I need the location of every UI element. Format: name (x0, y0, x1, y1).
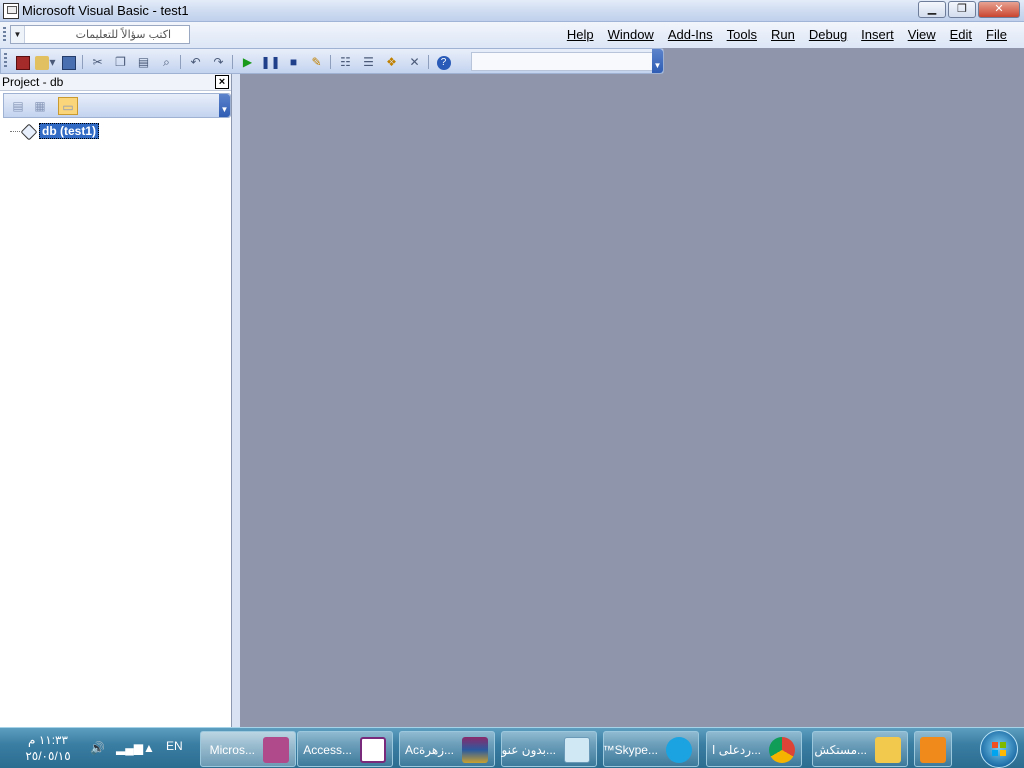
toggle-folders-icon[interactable]: ▭ (58, 97, 78, 115)
view-code-icon[interactable]: ▤ (8, 97, 28, 115)
window-title: Microsoft Visual Basic - test1 (22, 3, 189, 18)
menu-insert[interactable]: Insert (854, 27, 901, 42)
media-player-icon (920, 737, 946, 763)
taskbar-button-skype[interactable]: ...Skype™ (603, 731, 699, 767)
cut-icon[interactable]: ✂ (86, 52, 109, 72)
close-button[interactable]: ✕ (978, 1, 1020, 18)
taskbar-button-vba[interactable]: ...Micros (200, 731, 296, 767)
clock-time: ١١:٣٣ م (28, 733, 68, 747)
taskbar-button-access[interactable]: ...Access (297, 731, 393, 767)
project-explorer-header: Project - db × (0, 74, 231, 91)
undo-icon[interactable]: ↶ (184, 52, 207, 72)
project-toolbar-chevron-icon[interactable]: ▼ (219, 94, 230, 117)
menu-file[interactable]: File (979, 27, 1014, 42)
restore-button[interactable]: ❐ (948, 1, 976, 18)
toolbar-location-field (471, 52, 653, 71)
winrar-icon (462, 737, 488, 763)
menu-add-ins[interactable]: Add-Ins (661, 27, 720, 42)
menu-edit[interactable]: Edit (943, 27, 979, 42)
language-indicator[interactable]: EN (166, 739, 183, 753)
break-icon[interactable]: ❚❚ (259, 52, 282, 72)
project-explorer-pane: Project - db × ▤ ▦ ▭ ▼ db (test1) (0, 74, 232, 727)
menu-help[interactable]: Help (560, 27, 601, 42)
vba-project-icon (22, 124, 36, 138)
explorer-folder-icon (875, 737, 901, 763)
chevron-down-icon[interactable]: ▼ (11, 26, 25, 43)
menu-run[interactable]: Run (764, 27, 802, 42)
tree-connector (10, 130, 20, 132)
insert-userform-icon[interactable]: ▾ (34, 52, 57, 72)
project-explorer-toolbar: ▤ ▦ ▭ ▼ (3, 93, 231, 118)
menu-view[interactable]: View (901, 27, 943, 42)
toolbar-options-chevron-icon[interactable]: ▼ (652, 49, 663, 73)
project-close-button[interactable]: × (215, 75, 229, 89)
menu-debug[interactable]: Debug (802, 27, 854, 42)
standard-toolbar: ▾ ✂ ❐ ▤ ⌕ ↶ ↷ ▶ ❚❚ ■ ✎ ☷ ☰ ❖ ✕ ? ▼ (0, 48, 664, 74)
taskbar-button-winrar[interactable]: ...زهرةAc (399, 731, 495, 767)
tree-node-label[interactable]: db (test1) (39, 123, 99, 139)
object-browser-icon[interactable]: ❖ (380, 52, 403, 72)
paste-icon[interactable]: ▤ (132, 52, 155, 72)
view-object-icon[interactable]: ▦ (30, 97, 50, 115)
toolbox-icon[interactable]: ✕ (403, 52, 426, 72)
access-key-icon (263, 737, 289, 763)
start-button[interactable] (980, 730, 1018, 768)
relationships-icon (360, 737, 386, 763)
menu-bar: اكتب سؤالاً للتعليمات ▼ Help Window Add-… (0, 22, 1024, 48)
ask-question-placeholder: اكتب سؤالاً للتعليمات (75, 29, 171, 41)
redo-icon[interactable]: ↷ (207, 52, 230, 72)
menu-tools[interactable]: Tools (720, 27, 764, 42)
design-mode-icon[interactable]: ✎ (305, 52, 328, 72)
tree-node-db[interactable]: db (test1) (10, 123, 99, 139)
menubar-grip[interactable] (3, 27, 6, 43)
taskbar-button-media-player[interactable] (914, 731, 952, 767)
show-hidden-icons-icon[interactable]: ▲ (143, 741, 155, 755)
network-signal-icon[interactable]: ▂▄▆ (116, 741, 143, 755)
toolbar-grip[interactable] (4, 53, 7, 69)
chrome-icon (769, 737, 795, 763)
project-explorer-icon[interactable]: ☷ (334, 52, 357, 72)
volume-icon[interactable]: 🔊 (90, 741, 105, 755)
ask-question-box[interactable]: اكتب سؤالاً للتعليمات ▼ (10, 25, 190, 44)
tray-clock[interactable]: ١١:٣٣ م ٢٥/٠٥/١٥ (18, 732, 78, 764)
minimize-button[interactable]: ▁ (918, 1, 946, 18)
menu-items: Help Window Add-Ins Tools Run Debug Inse… (560, 27, 1014, 42)
window-controls: ▁ ❐ ✕ (918, 1, 1020, 18)
help-icon[interactable]: ? (432, 52, 455, 72)
clock-date: ٢٥/٠٥/١٥ (25, 749, 71, 763)
mdi-workspace (240, 74, 1024, 727)
find-icon[interactable]: ⌕ (155, 52, 178, 72)
taskbar-button-explorer[interactable]: ...مستكش (812, 731, 908, 767)
reset-icon[interactable]: ■ (282, 52, 305, 72)
skype-icon (666, 737, 692, 763)
run-icon[interactable]: ▶ (236, 52, 259, 72)
notepad-icon (564, 737, 590, 763)
view-access-icon[interactable] (11, 52, 34, 72)
taskbar: ١١:٣٣ م ٢٥/٠٥/١٥ 🔊 ▂▄▆ ▲ EN ...Micros ..… (0, 727, 1024, 768)
taskbar-button-chrome[interactable]: ...ردعلى ا (706, 731, 802, 767)
properties-window-icon[interactable]: ☰ (357, 52, 380, 72)
project-explorer-title: Project - db (2, 75, 64, 89)
menu-window[interactable]: Window (601, 27, 661, 42)
save-icon[interactable] (57, 52, 80, 72)
vba-app-icon[interactable] (3, 3, 19, 19)
copy-icon[interactable]: ❐ (109, 52, 132, 72)
taskbar-button-notepad[interactable]: ...بدون عنو (501, 731, 597, 767)
pane-splitter[interactable] (232, 74, 240, 727)
title-bar: Microsoft Visual Basic - test1 ▁ ❐ ✕ (0, 0, 1024, 22)
